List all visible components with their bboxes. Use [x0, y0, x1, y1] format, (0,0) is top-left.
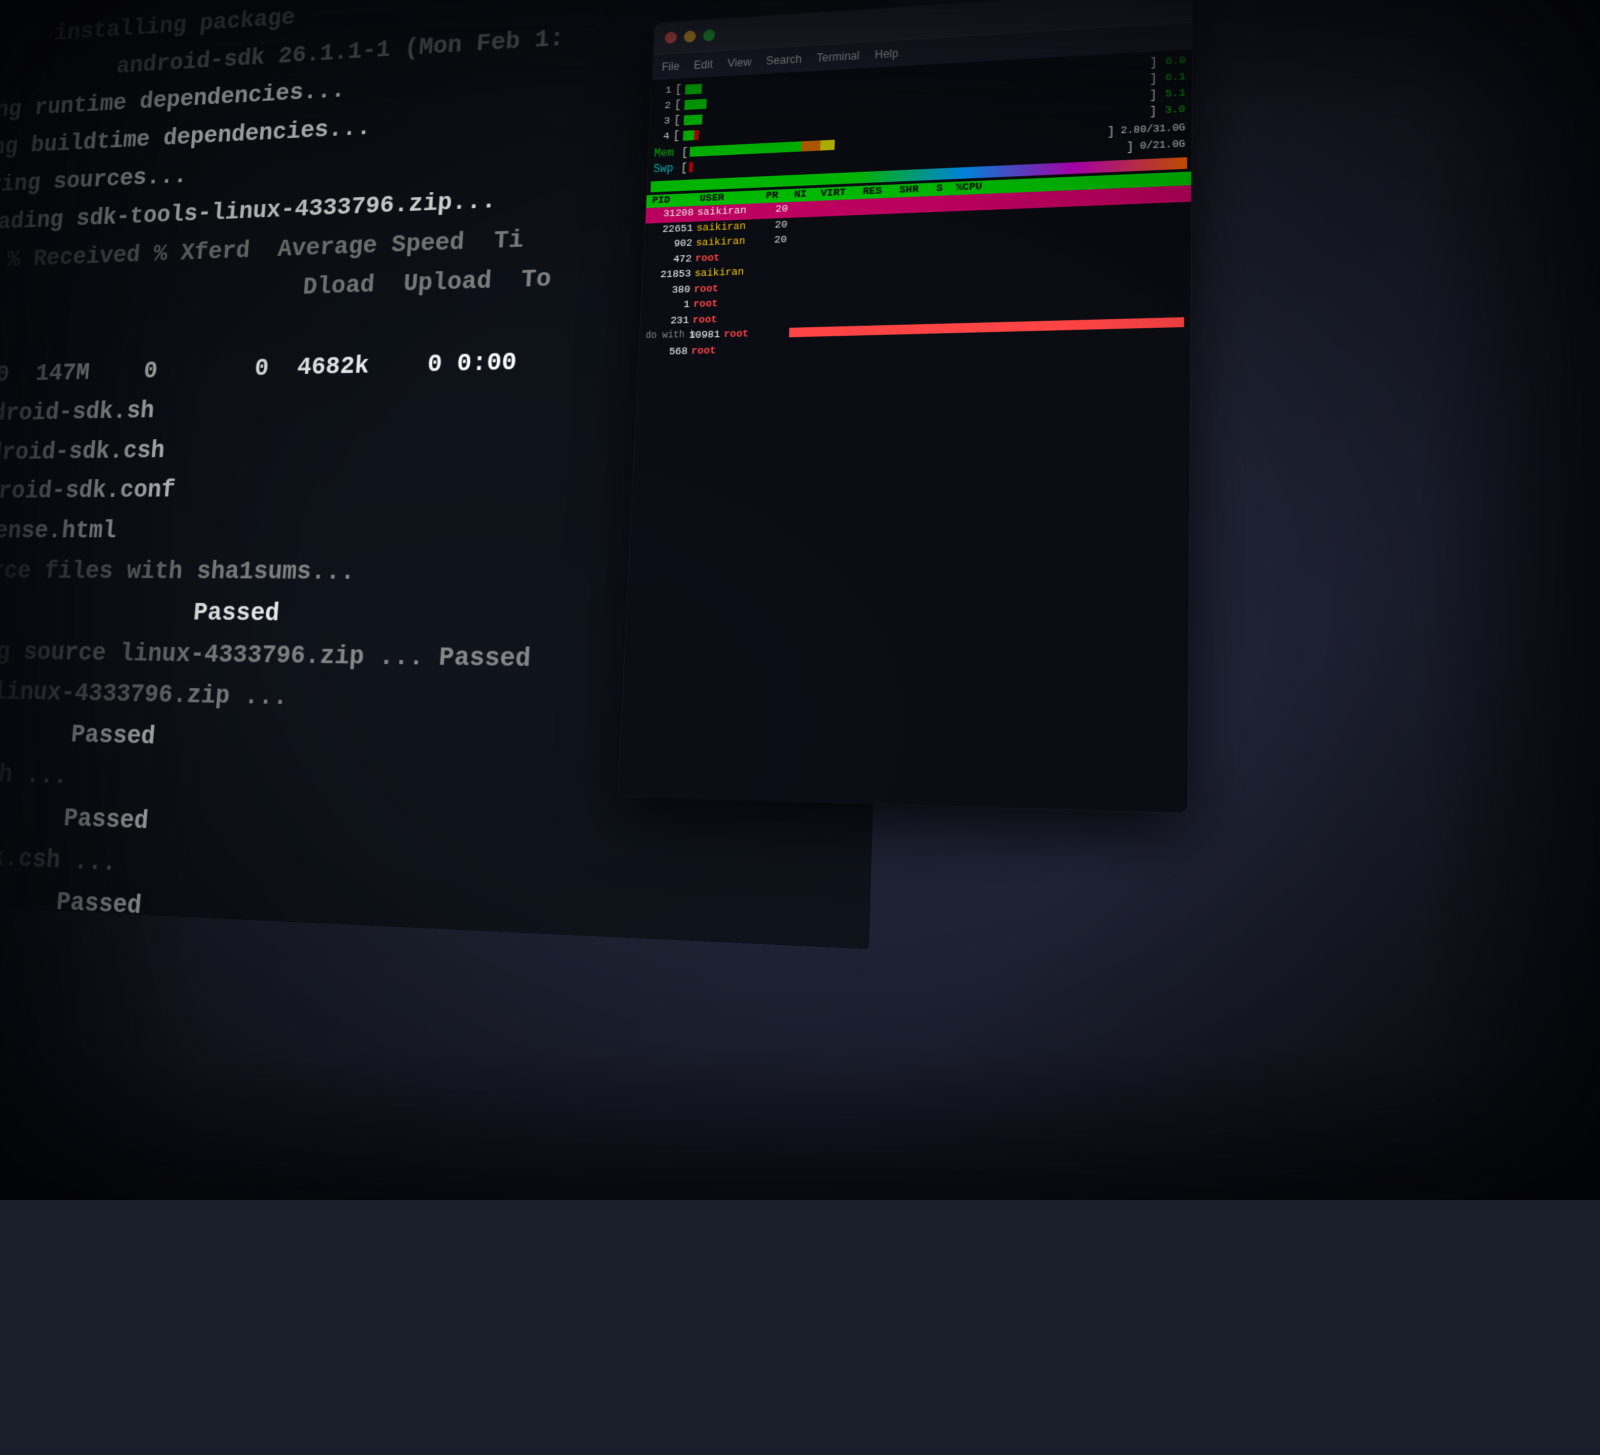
- right-sidebar: 6.0 6.1 5.1 3.0 2.80/31.0G 0/21.0G Sudo …: [1596, 0, 1600, 776]
- col-virt: VIRT: [820, 187, 857, 200]
- menu-view[interactable]: View: [727, 56, 751, 70]
- perspective-container: installing package android-sdk 26.1.1-1 …: [0, 0, 1600, 1200]
- tilt-wrapper: installing package android-sdk 26.1.1-1 …: [0, 0, 1600, 1428]
- col-shr: SHR: [899, 184, 930, 197]
- mem-value: 2.80/31.0G: [1121, 122, 1186, 137]
- swp-value: 0/21.0G: [1140, 138, 1185, 152]
- dot-yellow[interactable]: [684, 30, 696, 42]
- col-cpu: %CPU: [956, 181, 986, 194]
- menu-help[interactable]: Help: [875, 47, 899, 61]
- swp-label: Swp: [653, 161, 679, 175]
- cpu-label-1: 1: [657, 84, 672, 97]
- menu-file[interactable]: File: [662, 60, 680, 74]
- cpu-value-1: 6.0: [1165, 55, 1185, 68]
- terminal-htop: File Edit View Search Terminal Help 1 [: [618, 0, 1192, 813]
- menu-edit[interactable]: Edit: [694, 58, 713, 72]
- col-pr: PR: [766, 190, 789, 202]
- menu-terminal[interactable]: Terminal: [816, 49, 859, 64]
- cpu-value-3: 5.1: [1165, 88, 1185, 101]
- col-ni: NI: [794, 189, 815, 201]
- cpu-label-2: 2: [656, 99, 671, 112]
- col-s: S: [936, 183, 950, 195]
- dot-red[interactable]: [665, 31, 677, 43]
- menu-search[interactable]: Search: [766, 53, 802, 68]
- cpu-value-4: 3.0: [1165, 104, 1185, 117]
- col-res: RES: [863, 185, 894, 198]
- mem-label: Mem: [654, 146, 680, 160]
- dot-green[interactable]: [703, 29, 715, 41]
- cpu-value-2: 6.1: [1165, 72, 1185, 85]
- proc-table: 31208 saikiran 20 22651 saikiran 20 902 …: [639, 185, 1191, 361]
- cpu-label-4: 4: [655, 130, 670, 143]
- col-pid: PID: [652, 194, 695, 207]
- cpu-label-3: 3: [655, 115, 670, 128]
